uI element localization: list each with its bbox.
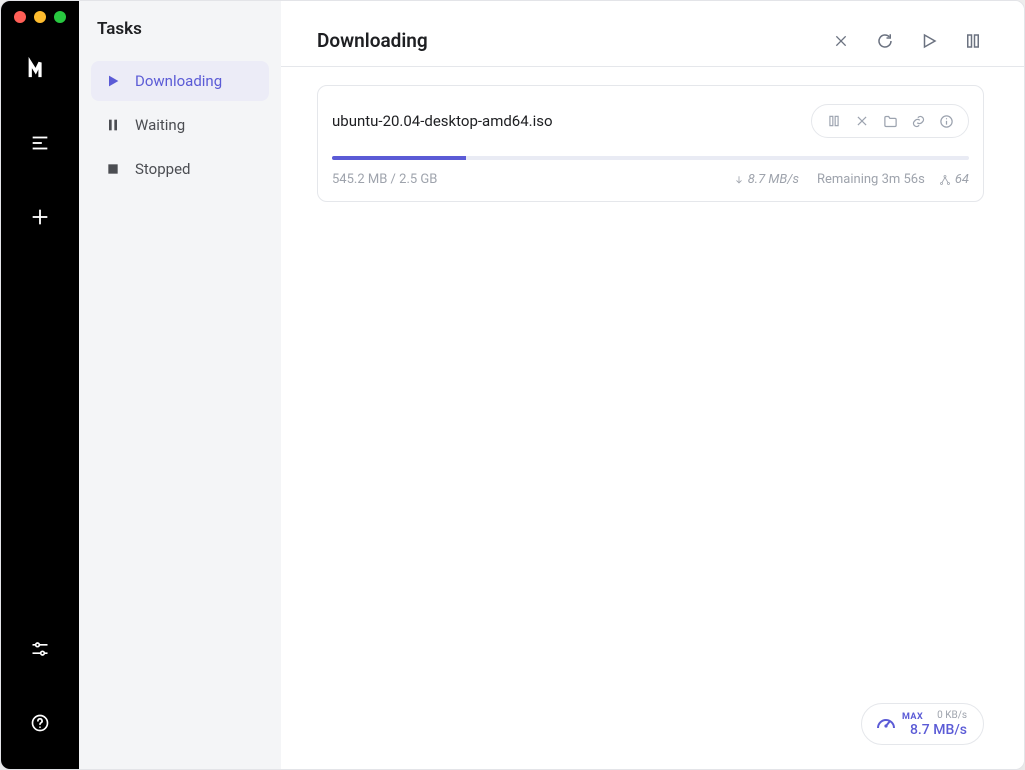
task-open-folder-button[interactable] bbox=[878, 109, 902, 133]
task-speed-value: 8.7 MB/s bbox=[748, 172, 799, 187]
resume-all-button[interactable] bbox=[918, 30, 940, 52]
help-icon bbox=[30, 713, 50, 733]
app-logo[interactable] bbox=[18, 47, 62, 91]
pause-all-button[interactable] bbox=[962, 30, 984, 52]
refresh-button[interactable] bbox=[874, 30, 896, 52]
sidebar-item-label: Stopped bbox=[135, 160, 190, 178]
task-delete-button[interactable] bbox=[850, 109, 874, 133]
sidebar-item-downloading[interactable]: Downloading bbox=[91, 61, 269, 101]
close-icon bbox=[833, 33, 849, 49]
pause-icon bbox=[105, 117, 121, 133]
preferences-button[interactable] bbox=[18, 627, 62, 671]
play-outline-icon bbox=[920, 32, 938, 50]
task-card[interactable]: ubuntu-20.04-desktop-amd64.iso bbox=[317, 85, 984, 202]
window-close-button[interactable] bbox=[14, 11, 26, 23]
page-title: Downloading bbox=[317, 29, 428, 52]
nav-tasks-button[interactable] bbox=[18, 121, 62, 165]
connections-icon bbox=[939, 174, 951, 186]
task-progress-track bbox=[332, 156, 969, 160]
task-remaining: Remaining 3m 56s bbox=[817, 172, 925, 187]
link-icon bbox=[911, 114, 926, 129]
plus-icon bbox=[29, 206, 51, 228]
stop-icon bbox=[105, 161, 121, 177]
download-speed: 8.7 MB/s bbox=[910, 722, 967, 738]
page-toolbar bbox=[830, 30, 984, 52]
refresh-icon bbox=[876, 32, 894, 50]
task-pause-button[interactable] bbox=[822, 109, 846, 133]
play-icon bbox=[105, 73, 121, 89]
window-controls bbox=[14, 11, 66, 23]
task-list: ubuntu-20.04-desktop-amd64.iso bbox=[281, 85, 1024, 202]
motrix-logo-icon bbox=[27, 56, 53, 82]
tasks-panel-title: Tasks bbox=[97, 19, 263, 39]
nav-rail bbox=[1, 1, 79, 769]
window-minimize-button[interactable] bbox=[34, 11, 46, 23]
folder-icon bbox=[883, 114, 898, 129]
task-progress-bar bbox=[332, 156, 466, 160]
close-icon bbox=[855, 114, 869, 128]
task-copy-link-button[interactable] bbox=[906, 109, 930, 133]
download-arrow-icon bbox=[734, 175, 744, 185]
task-connections-value: 64 bbox=[955, 172, 969, 187]
pause-outline-icon bbox=[964, 32, 982, 50]
tasks-panel: Tasks Downloading Waiting Stopped bbox=[79, 1, 281, 769]
sidebar-item-stopped[interactable]: Stopped bbox=[91, 149, 269, 189]
sidebar-item-waiting[interactable]: Waiting bbox=[91, 105, 269, 145]
task-stats: 545.2 MB / 2.5 GB 8.7 MB/s Remaining 3m … bbox=[332, 172, 969, 187]
speed-max-label: MAX bbox=[902, 712, 923, 722]
global-speed-pill[interactable]: MAX 0 KB/s 8.7 MB/s bbox=[861, 703, 984, 745]
sidebar-item-label: Downloading bbox=[135, 72, 222, 90]
task-connections: 64 bbox=[939, 172, 969, 187]
add-task-button[interactable] bbox=[18, 195, 62, 239]
pause-icon bbox=[827, 114, 841, 128]
main-area: Downloading ubuntu-20.04-desktop- bbox=[281, 1, 1024, 769]
delete-all-button[interactable] bbox=[830, 30, 852, 52]
list-icon bbox=[29, 132, 51, 154]
main-header: Downloading bbox=[281, 1, 1024, 67]
info-icon bbox=[939, 114, 954, 129]
gauge-icon bbox=[872, 710, 900, 738]
window-maximize-button[interactable] bbox=[54, 11, 66, 23]
sliders-icon bbox=[30, 639, 50, 659]
upload-speed: 0 KB/s bbox=[937, 710, 967, 722]
help-button[interactable] bbox=[18, 701, 62, 745]
task-info-button[interactable] bbox=[934, 109, 958, 133]
sidebar-item-label: Waiting bbox=[135, 116, 185, 134]
task-filename: ubuntu-20.04-desktop-amd64.iso bbox=[332, 112, 553, 130]
task-size: 545.2 MB / 2.5 GB bbox=[332, 172, 734, 187]
task-speed: 8.7 MB/s bbox=[734, 172, 799, 187]
task-action-bar bbox=[811, 104, 969, 138]
task-card-header: ubuntu-20.04-desktop-amd64.iso bbox=[332, 104, 969, 138]
app-window: Tasks Downloading Waiting Stopped Downlo… bbox=[0, 0, 1025, 770]
